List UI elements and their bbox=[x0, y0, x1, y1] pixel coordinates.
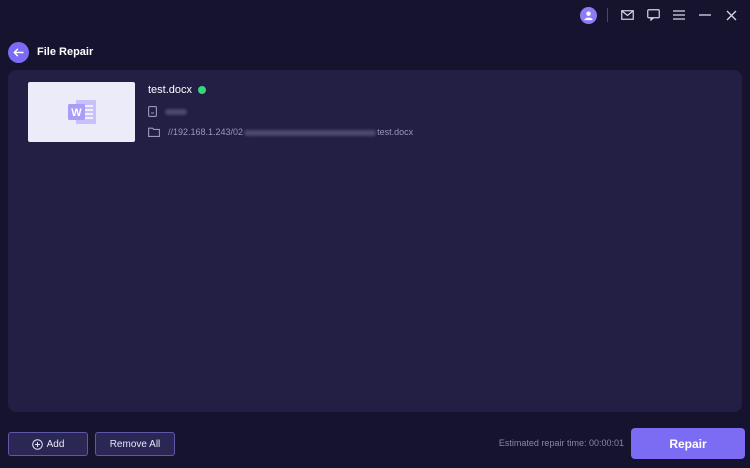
page-title: File Repair bbox=[37, 46, 94, 58]
file-thumbnail: W bbox=[28, 82, 135, 142]
window-controls bbox=[577, 4, 742, 26]
file-path-suffix: test.docx bbox=[377, 127, 414, 137]
feedback-button[interactable] bbox=[642, 4, 664, 26]
feedback-icon bbox=[646, 9, 660, 21]
add-icon bbox=[31, 438, 43, 450]
close-button[interactable] bbox=[720, 4, 742, 26]
user-account-button[interactable] bbox=[577, 4, 599, 26]
file-list-panel: W test.docx //192.168.1.243/02 test.docx bbox=[8, 70, 742, 412]
repair-button[interactable]: Repair bbox=[631, 428, 745, 459]
estimated-repair-time: Estimated repair time: 00:00:01 bbox=[498, 438, 624, 448]
minimize-icon bbox=[699, 14, 711, 16]
document-icon bbox=[148, 106, 157, 117]
mail-button[interactable] bbox=[616, 4, 638, 26]
status-ok-icon bbox=[198, 86, 207, 94]
redacted-size bbox=[165, 108, 187, 115]
folder-icon bbox=[148, 127, 160, 137]
file-card: W test.docx //192.168.1.243/02 test.docx bbox=[28, 82, 588, 144]
back-arrow-icon bbox=[13, 48, 24, 56]
mail-icon bbox=[620, 10, 634, 20]
file-size-row bbox=[148, 106, 187, 117]
file-path-row: //192.168.1.243/02 test.docx bbox=[148, 127, 413, 137]
word-icon: W bbox=[67, 100, 96, 124]
minimize-button[interactable] bbox=[694, 4, 716, 26]
menu-button[interactable] bbox=[668, 4, 690, 26]
add-button-label: Add bbox=[46, 438, 65, 450]
file-name-row: test.docx bbox=[148, 84, 207, 96]
file-path-prefix: //192.168.1.243/02 bbox=[168, 127, 244, 137]
remove-all-button-label: Remove All bbox=[109, 438, 161, 450]
remove-all-button[interactable]: Remove All bbox=[95, 432, 175, 456]
back-button[interactable] bbox=[8, 41, 29, 63]
redacted-path bbox=[244, 129, 377, 136]
page-header: File Repair bbox=[8, 41, 93, 63]
close-icon bbox=[726, 10, 736, 20]
menu-icon bbox=[673, 10, 685, 20]
title-bar bbox=[0, 0, 750, 30]
repair-button-label: Repair bbox=[669, 436, 707, 451]
add-button[interactable]: Add bbox=[8, 432, 88, 456]
titlebar-divider bbox=[607, 8, 608, 22]
user-icon bbox=[579, 6, 597, 24]
svg-text:W: W bbox=[71, 107, 82, 119]
file-name: test.docx bbox=[148, 84, 193, 96]
